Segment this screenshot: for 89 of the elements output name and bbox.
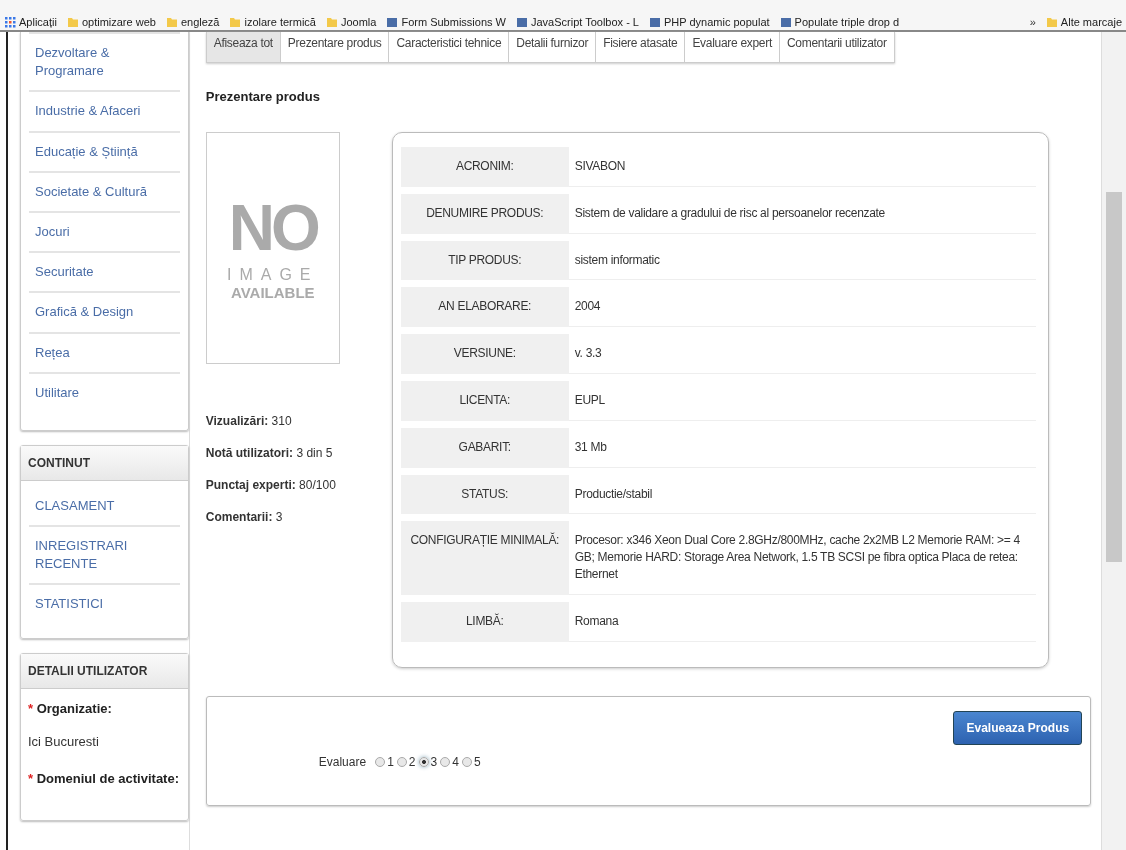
radio-button[interactable] (418, 756, 429, 767)
bookmark[interactable]: optimizare web (66, 16, 156, 30)
site-icon (779, 16, 792, 28)
bookmark[interactable]: Aplicații (4, 16, 57, 30)
bookmark[interactable]: engleză (165, 16, 220, 30)
radio-button[interactable] (461, 756, 472, 767)
detail-label: TIP PRODUS: (400, 240, 569, 281)
bookmark[interactable]: JavaScript Toolbox - L (515, 16, 639, 30)
folder-icon (229, 16, 242, 28)
detail-label: STATUS: (400, 474, 569, 515)
category-link[interactable]: Utilitare (29, 371, 180, 412)
category-link[interactable]: Societate & Cultură (29, 170, 180, 211)
section-title: Prezentare produs (205, 89, 321, 104)
detail-value: v. 3.3 (568, 334, 1036, 374)
detail-label: LIMBĂ: (400, 601, 569, 642)
detail-value: Productie/stabil (568, 474, 1036, 515)
detail-label: AN ELABORARE: (400, 287, 569, 328)
radio-button[interactable] (375, 756, 386, 767)
panel-title: CONTINUT (21, 445, 188, 481)
category-link[interactable]: Dezvoltare & Programare (29, 32, 180, 91)
rating-label: Evaluare (318, 754, 367, 769)
detail-value: Sistem de validare a gradului de risc al persoanelor recenzate (568, 193, 1036, 234)
folder-icon (165, 16, 178, 28)
detail-value: 2004 (568, 287, 1036, 328)
apps-grid-icon (4, 16, 16, 28)
category-link[interactable]: Jocuri (29, 210, 180, 252)
detail-label: DENUMIRE PRODUS: (400, 193, 569, 234)
site-icon (649, 16, 661, 28)
category-link[interactable]: Educație & Știință (29, 130, 180, 171)
stat-line: Notă utilizatori: 3 din 5 (205, 446, 334, 460)
detail-value: EUPL (568, 381, 1036, 421)
tab[interactable]: Detalii furnizor (509, 32, 597, 62)
detail-value: Procesor: x346 Xeon Dual Core 2.8GHz/800MHz, cache 2x2MB L2 Memorie RAM: >= 4 GB; Memorie HARD: Storage Area Network, 1.5 TB SCSI pe fibra optica Placa de retea: Ethernet (568, 521, 1036, 595)
field-value: Ici Bucuresti (28, 733, 100, 749)
evaluate-button[interactable]: Evalueaza Produs (953, 710, 1083, 745)
radio-label: 1 (387, 754, 394, 769)
detail-label: ACRONIM: (400, 147, 569, 187)
bookmark[interactable]: Alte marcaje (1045, 16, 1122, 30)
bookmark[interactable]: Populate triple drop d (779, 16, 900, 30)
detail-value: Romana (568, 601, 1036, 642)
tab[interactable]: Afiseaza tot (206, 32, 281, 62)
placeholder-text: AVAILABLE (230, 283, 315, 301)
tab[interactable]: Prezentare produs (280, 32, 390, 62)
content-link[interactable]: CLASAMENT (29, 486, 180, 526)
category-link[interactable]: Securitate (29, 251, 180, 292)
radio-button[interactable] (396, 756, 407, 767)
detail-value: sistem informatic (568, 240, 1036, 281)
radio-label: 4 (452, 754, 459, 769)
category-link[interactable]: Rețea (29, 331, 180, 372)
category-link[interactable]: Industrie & Afaceri (29, 90, 180, 131)
stat-line: Vizualizări: 310 (205, 414, 293, 428)
required-mark: * (28, 770, 34, 786)
folder-icon (1045, 16, 1058, 28)
detail-label: VERSIUNE: (400, 334, 569, 374)
bookmark[interactable]: izolare termică (229, 16, 316, 30)
radio-label: 5 (473, 754, 481, 769)
category-link[interactable]: Grafică & Design (29, 291, 180, 332)
field-label: Organizatie: (36, 700, 112, 716)
detail-value: 31 Mb (568, 427, 1036, 468)
tab[interactable]: Comentarii utilizator (779, 32, 894, 62)
stat-line: Punctaj experti: 80/100 (205, 478, 337, 492)
radio-button[interactable] (440, 756, 451, 767)
content-link[interactable]: INREGISTRARI RECENTE (29, 525, 180, 584)
folder-icon (66, 16, 79, 28)
folder-icon (325, 16, 338, 28)
scrollbar[interactable] (1101, 32, 1126, 850)
stat-line: Comentarii: 3 (205, 510, 284, 524)
detail-label: GABARIT: (400, 427, 569, 468)
overflow-chevron[interactable]: » (1029, 16, 1036, 30)
radio-label: 3 (430, 754, 438, 769)
placeholder-text: IMAGE (226, 265, 319, 284)
radio-label: 2 (408, 754, 416, 769)
placeholder-text: NO (228, 195, 317, 260)
tab[interactable]: Caracteristici tehnice (389, 32, 510, 62)
site-icon (386, 16, 399, 28)
panel-title: DETALII UTILIZATOR (21, 653, 188, 689)
detail-label: LICENTA: (400, 381, 569, 421)
bookmark[interactable]: Form Submissions W (386, 16, 506, 30)
tab[interactable]: Evaluare expert (685, 32, 780, 62)
bookmark[interactable]: PHP dynamic populat (649, 16, 770, 30)
content-link[interactable]: STATISTICI (29, 583, 180, 624)
tab[interactable]: Fisiere atasate (596, 32, 686, 62)
field-label: Domeniul de activitate: (36, 770, 179, 786)
required-mark: * (28, 700, 34, 716)
site-icon (515, 16, 528, 28)
detail-value: SIVABON (568, 147, 1036, 187)
bookmark[interactable]: Joomla (325, 16, 377, 30)
detail-label: CONFIGURAȚIE MINIMALĂ: (400, 521, 569, 595)
scrollbar-thumb[interactable] (1106, 192, 1122, 562)
